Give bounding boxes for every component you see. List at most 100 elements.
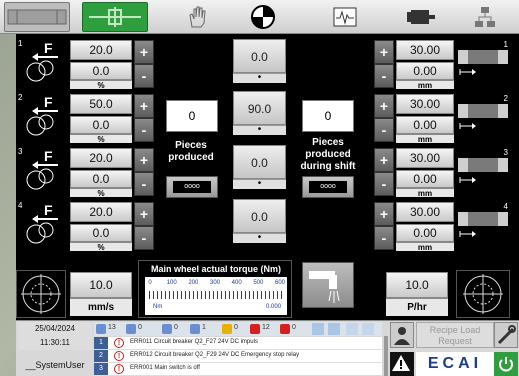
station-2-lower-value[interactable]: 0.0	[70, 116, 132, 134]
rstation-3-lower-value[interactable]: 0.00	[396, 170, 454, 188]
pieces-produced-value: 0	[166, 100, 218, 132]
motor-icon[interactable]	[388, 2, 454, 32]
alarm-count: 0	[174, 324, 178, 331]
quadrant-icon[interactable]	[230, 2, 296, 32]
center-value-3[interactable]: 0.0	[233, 145, 286, 179]
station-4-minus-button[interactable]: -	[134, 226, 154, 250]
alarm-filter-c4[interactable]: 1	[190, 323, 216, 335]
rstation-1-number: 1	[503, 40, 508, 49]
station-3-plus-button[interactable]: +	[134, 148, 154, 172]
user-icon	[394, 327, 410, 345]
alarm-filter-c2[interactable]: 0	[126, 323, 152, 335]
torque-tick-label: 400	[231, 280, 242, 286]
force-arrow-icon	[26, 53, 58, 82]
station-3-minus-button[interactable]: -	[134, 172, 154, 196]
time-display: 11:30:11	[18, 336, 92, 350]
wrench-icon	[497, 325, 516, 345]
center-value-1[interactable]: 0.0	[233, 39, 286, 73]
rstation-2-gap-view: 2	[456, 92, 512, 142]
shift-reset-button[interactable]: oooo	[302, 176, 354, 198]
alarm-count: 12	[262, 324, 270, 331]
recipe-load-button[interactable]: Recipe Load Request	[416, 322, 494, 348]
alarm-count: 13	[108, 324, 116, 331]
station-2-upper-value[interactable]: 50.0	[70, 94, 132, 114]
rstation-1-minus-button[interactable]: -	[374, 64, 394, 88]
rstation-3-minus-button[interactable]: -	[374, 172, 394, 196]
alarm-row[interactable]: 1 ! ERR011 Circuit breaker Q2_F27 24V DC…	[94, 337, 382, 350]
scroll-strip[interactable]	[384, 336, 388, 376]
rstation-4-number: 4	[503, 202, 508, 211]
center-dot-4: •	[233, 233, 286, 243]
shift-reset-label: oooo	[309, 181, 347, 193]
rstation-1-plus-button[interactable]: +	[374, 40, 394, 64]
rstation-2-lower-value[interactable]: 0.00	[396, 116, 454, 134]
production-icon[interactable]	[82, 2, 148, 32]
rstation-4-unit: mm	[396, 242, 454, 252]
ack-all-icon[interactable]	[362, 323, 374, 335]
rstation-2-plus-button[interactable]: +	[374, 94, 394, 118]
speed-unit: mm/s	[70, 298, 132, 316]
alarm-icon: !	[114, 364, 124, 374]
power-icon	[499, 357, 513, 372]
station-2-plus-button[interactable]: +	[134, 94, 154, 118]
coolant-button[interactable]	[302, 262, 354, 308]
station-4-upper-value[interactable]: 20.0	[70, 202, 132, 222]
rstation-3-plus-button[interactable]: +	[374, 148, 394, 172]
station-3-lower-value[interactable]: 0.0	[70, 170, 132, 188]
torque-title: Main wheel actual torque (Nm)	[150, 264, 282, 274]
alarm-filter-c5[interactable]: 0	[222, 323, 248, 335]
alarm-filter-c1[interactable]: 13	[96, 323, 122, 335]
alarm-filter-c7[interactable]: 0	[280, 323, 306, 335]
station-4-plus-button[interactable]: +	[134, 202, 154, 226]
alarm-filter-icon	[126, 324, 136, 334]
grid-icon[interactable]	[328, 323, 340, 335]
hand-icon[interactable]	[164, 2, 230, 32]
station-1-icon: 1 F	[16, 38, 66, 88]
torque-panel: Main wheel actual torque (Nm) 0 100 200 300…	[138, 260, 292, 318]
station-2-minus-button[interactable]: -	[134, 118, 154, 142]
rstation-3-upper-value[interactable]: 30.00	[396, 148, 454, 168]
rstation-2-number: 2	[503, 94, 508, 103]
rate-value[interactable]: 10.0	[386, 272, 448, 298]
grey-panel-icon[interactable]	[4, 2, 70, 32]
torque-bar: 0 100 200 300 400 500 600 Nm 0.000	[145, 277, 287, 315]
alarm-row[interactable]: 3 ! ERR001 Main switch is off	[94, 363, 382, 376]
station-4-lower-value[interactable]: 0.0	[70, 224, 132, 242]
warning-icon	[392, 355, 410, 371]
station-1-upper-value[interactable]: 20.0	[70, 40, 132, 60]
network-icon[interactable]	[452, 2, 518, 32]
rstation-4-upper-value[interactable]: 30.00	[396, 202, 454, 222]
rstation-2-minus-button[interactable]: -	[374, 118, 394, 142]
tools-button[interactable]	[494, 322, 518, 348]
warning-button[interactable]	[390, 352, 414, 376]
alarm-row[interactable]: 2 ! ERR012 Circuit breaker Q2_F29 24V DC…	[94, 350, 382, 363]
pieces-reset-button[interactable]: oooo	[166, 176, 218, 198]
alarm-filter-icon	[96, 324, 106, 334]
rstation-4-lower-value[interactable]: 0.00	[396, 224, 454, 242]
alarm-filter-c3[interactable]: 0	[162, 323, 188, 335]
ack-icon[interactable]	[346, 323, 358, 335]
force-arrow-icon	[26, 161, 58, 190]
top-toolbar	[0, 0, 519, 34]
rstation-2-upper-value[interactable]: 30.00	[396, 94, 454, 114]
station-1-lower-value[interactable]: 0.0	[70, 62, 132, 80]
oscillogram-icon[interactable]	[312, 2, 378, 32]
power-button[interactable]	[494, 352, 518, 376]
center-value-2[interactable]: 90.0	[233, 91, 286, 125]
rate-dial	[456, 270, 510, 318]
station-1-plus-button[interactable]: +	[134, 40, 154, 64]
station-3-upper-value[interactable]: 20.0	[70, 148, 132, 168]
filter-icon[interactable]	[312, 323, 324, 335]
rstation-4-minus-button[interactable]: -	[374, 226, 394, 250]
alarm-filter-c6[interactable]: 12	[250, 323, 276, 335]
gap-arrow-icon	[459, 69, 476, 75]
pieces-reset-label: oooo	[173, 181, 211, 193]
center-value-4[interactable]: 0.0	[233, 199, 286, 233]
user-login-button[interactable]	[390, 322, 414, 348]
rstation-4-plus-button[interactable]: +	[374, 202, 394, 226]
station-1-minus-button[interactable]: -	[134, 64, 154, 88]
rstation-1-upper-value[interactable]: 30.00	[396, 40, 454, 60]
speed-value[interactable]: 10.0	[70, 272, 132, 298]
rstation-1-lower-value[interactable]: 0.00	[396, 62, 454, 80]
alarm-filter-icon	[222, 324, 232, 334]
